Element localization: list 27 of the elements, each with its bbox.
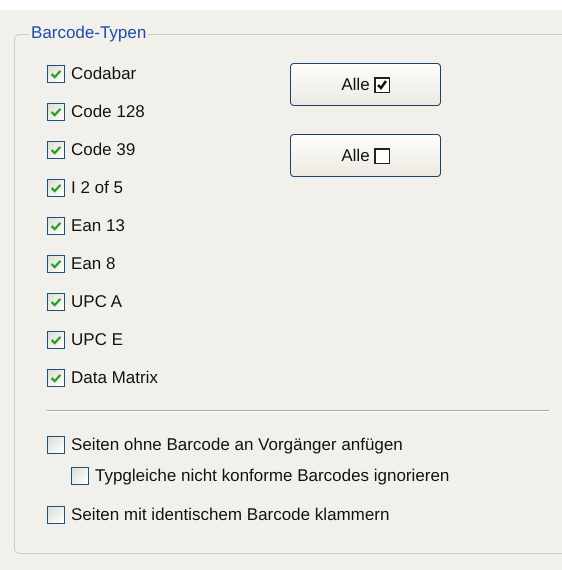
checkbox[interactable] bbox=[47, 506, 65, 524]
checkbox-label: UPC E bbox=[71, 330, 123, 350]
select-all-button[interactable]: Alle bbox=[290, 134, 441, 177]
checkbox[interactable] bbox=[47, 178, 65, 196]
checkbox[interactable] bbox=[47, 254, 65, 272]
checkbox[interactable] bbox=[47, 436, 65, 454]
checkbox[interactable] bbox=[47, 368, 65, 386]
checkbox-label: Codabar bbox=[71, 64, 136, 84]
checkbox[interactable] bbox=[47, 330, 65, 348]
checkbox[interactable] bbox=[47, 64, 65, 82]
checkbox-label: Code 39 bbox=[71, 140, 136, 160]
checkbox-label: Code 128 bbox=[71, 102, 145, 122]
checkbox-label: Ean 8 bbox=[71, 254, 116, 274]
checkbox-label: I 2 of 5 bbox=[71, 178, 123, 198]
checkbox-label: Seiten mit identischem Barcode klammern bbox=[71, 504, 390, 524]
checkbox[interactable] bbox=[47, 292, 65, 310]
checkbox[interactable] bbox=[47, 216, 65, 234]
checkbox-label: Seiten ohne Barcode an Vorgänger anfügen bbox=[71, 434, 403, 454]
checkbox-label: Typgleiche nicht konforme Barcodes ignorieren bbox=[95, 466, 450, 486]
checkbox[interactable] bbox=[71, 466, 89, 484]
checkbox-label: UPC A bbox=[71, 292, 122, 312]
checkbox[interactable] bbox=[47, 140, 65, 158]
checkbox[interactable] bbox=[47, 102, 65, 120]
select-all-button[interactable]: Alle bbox=[290, 63, 441, 106]
checkbox-label: Data Matrix bbox=[71, 368, 158, 388]
group-title: Barcode-Typen bbox=[29, 23, 148, 43]
checkbox-label: Ean 13 bbox=[71, 216, 125, 236]
